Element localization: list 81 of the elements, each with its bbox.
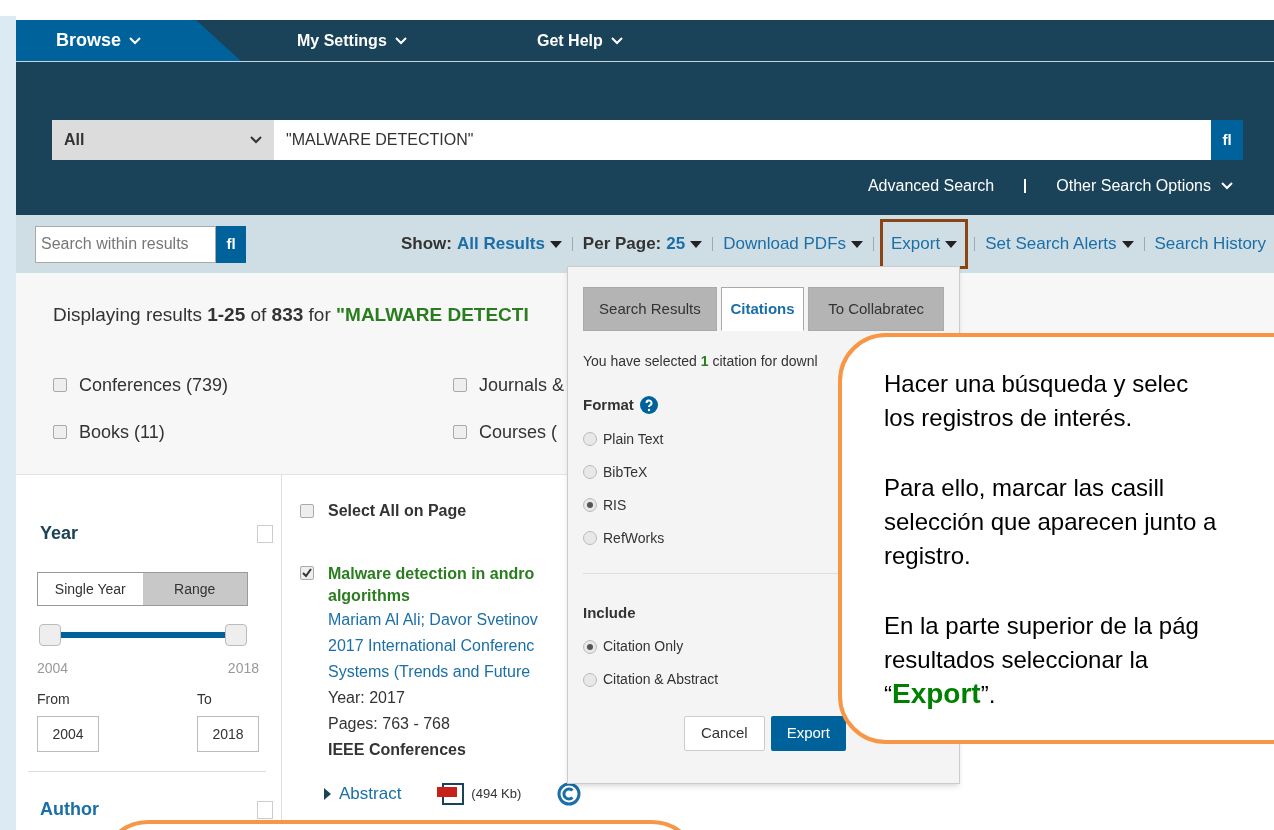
search-button[interactable]: fl — [1211, 120, 1243, 160]
nav-menu-item[interactable]: My Settings — [297, 20, 537, 61]
option-label: Citation & Abstract — [603, 670, 719, 689]
chevron-down-icon — [250, 136, 262, 144]
filter-label: Books (11) — [79, 420, 165, 444]
mode-toggle[interactable]: Range — [142, 573, 247, 605]
result-pages: Pages: 763 - 768 — [328, 714, 451, 734]
section-heading: Format — [583, 395, 634, 415]
search-within-button[interactable]: fl — [216, 225, 246, 263]
triangle-right-icon — [324, 788, 331, 800]
chevron-down-icon — [129, 36, 142, 45]
option-label: Citation Only — [603, 637, 684, 656]
field-label: From — [37, 690, 71, 709]
toolbar-menu-link[interactable]: Per Page: 25 — [578, 228, 707, 260]
chevron-down-icon — [610, 36, 623, 45]
nav-menu-item[interactable]: Get Help — [537, 20, 677, 61]
section-heading: Include — [583, 602, 636, 623]
export-button[interactable]: Export — [770, 716, 846, 751]
callout-text: Para ello, marcar las casill selección que aparecen junto a registro. — [884, 473, 1218, 571]
search-option-link[interactable]: Advanced Search — [867, 174, 995, 198]
filter-heading: Author — [40, 798, 99, 821]
checkbox[interactable] — [453, 425, 467, 439]
toolbar-menu-link[interactable]: Download PDFs — [719, 228, 868, 260]
caret-down-icon — [945, 240, 958, 248]
callout-text: Hacer una búsqueda y selec los registros de interés. — [884, 369, 1190, 433]
checkbox[interactable] — [300, 504, 314, 518]
radio-button[interactable] — [583, 432, 597, 446]
radio-button[interactable] — [583, 531, 597, 545]
caret-down-icon — [1121, 240, 1134, 248]
scope-select[interactable]: All — [52, 120, 274, 160]
caret-down-icon — [690, 240, 703, 248]
search-option-link[interactable]: Other Search Options — [1056, 174, 1233, 198]
year-field[interactable]: 2004 — [37, 716, 99, 752]
slider-max-label: 2018 — [227, 659, 259, 678]
option-label: BibTeX — [603, 462, 648, 482]
checkbox[interactable] — [257, 800, 273, 819]
chevron-down-icon — [394, 36, 407, 45]
option-label: Plain Text — [603, 429, 664, 449]
result-year: Year: 2017 — [328, 688, 406, 708]
year-field[interactable]: 2018 — [197, 716, 259, 752]
popup-tab[interactable]: To Collabratec — [808, 287, 944, 331]
checkbox[interactable] — [453, 378, 467, 392]
caret-down-icon — [549, 240, 562, 248]
pdf-size: (494 Kb) — [471, 785, 522, 803]
results-summary: Displaying results 1-25 of 833 for "MALWARE DETECTI — [53, 303, 529, 327]
field-label: To — [197, 690, 213, 709]
caret-down-icon — [851, 240, 864, 248]
filter-label: Courses ( — [479, 420, 558, 444]
radio-button[interactable] — [583, 465, 597, 479]
option-label: RefWorks — [603, 528, 665, 548]
toolbar-menu-link[interactable]: Show: All Results — [397, 228, 566, 260]
checkbox[interactable] — [300, 566, 314, 580]
callout-text: En la parte superior de la pág resultados seleccionar la “Export”. — [884, 611, 1200, 711]
search-within-field[interactable]: Search within results — [35, 225, 216, 263]
slider-handle[interactable] — [39, 624, 61, 646]
radio-button[interactable] — [583, 672, 597, 687]
cancel-button[interactable]: Cancel — [683, 716, 765, 751]
filter-label: Journals & — [479, 373, 565, 397]
slider-handle[interactable] — [225, 624, 247, 646]
popup-tab[interactable]: Search Results — [583, 287, 717, 331]
search-field[interactable]: "MALWARE DETECTION" — [274, 120, 1211, 160]
radio-button[interactable] — [583, 498, 597, 512]
selection-message: You have selected 1 citation for downl — [583, 352, 819, 371]
nav-menu-item[interactable]: Browse — [16, 20, 241, 61]
chevron-down-icon — [1221, 182, 1233, 190]
popup-tab[interactable]: Citations — [720, 287, 805, 331]
filter-label: Conferences (739) — [79, 373, 229, 397]
radio-button[interactable] — [583, 639, 597, 654]
option-label: RIS — [603, 495, 627, 515]
checkbox[interactable] — [53, 378, 67, 392]
checkbox[interactable] — [53, 425, 67, 439]
slider-min-label: 2004 — [37, 659, 69, 678]
help-icon[interactable] — [639, 396, 658, 415]
toolbar-menu-link[interactable]: Set Search Alerts — [981, 228, 1138, 260]
checkbox[interactable] — [257, 524, 273, 543]
select-all-label: Select All on Page — [328, 501, 467, 521]
toolbar-menu-link[interactable]: Search History — [1150, 228, 1270, 260]
abstract-link[interactable]: Abstract — [324, 781, 402, 807]
copyright-icon — [557, 782, 582, 806]
result-publisher: IEEE Conferences — [328, 740, 467, 760]
filter-heading: Year — [40, 522, 79, 545]
